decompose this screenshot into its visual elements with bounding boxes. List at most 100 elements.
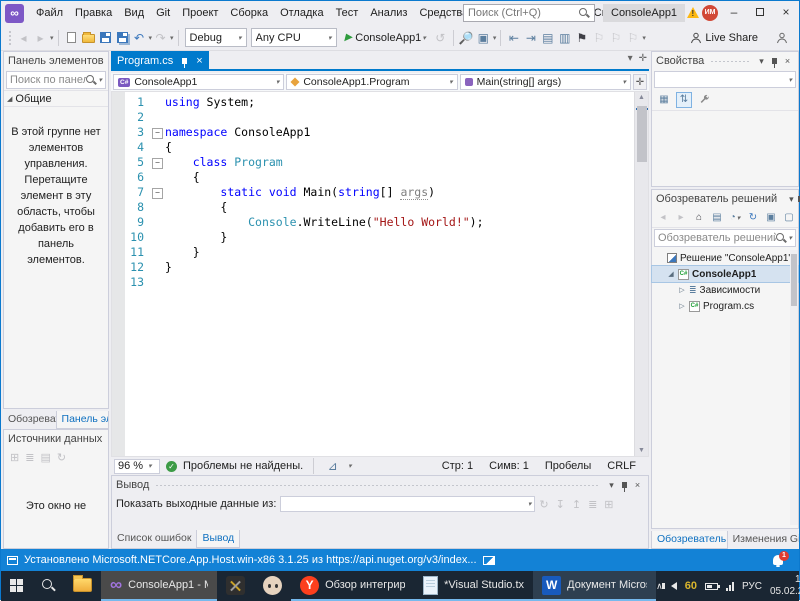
tab-server-explorer[interactable]: Обозревате... (3, 411, 56, 429)
comment-icon[interactable]: ▤ (540, 28, 555, 48)
status-detail-icon[interactable] (483, 556, 495, 565)
quick-search-input[interactable]: Поиск (Ctrl+Q) (463, 4, 595, 22)
menu-item-3[interactable]: Git (150, 1, 176, 25)
bookmark-icon[interactable]: ⚑ (574, 28, 589, 48)
navigate-forward-icon[interactable]: ▸ (33, 28, 48, 48)
expanded-expander-icon[interactable]: ◢ (667, 270, 675, 278)
menu-item-5[interactable]: Сборка (224, 1, 274, 25)
find-message-icon[interactable]: ↻ (539, 498, 548, 511)
refresh-icon[interactable]: ↻ (745, 210, 761, 226)
taskbar-explorer-button[interactable] (64, 571, 101, 601)
taskbar-vs-button[interactable]: ∞ConsoleApp1 - Mic... (101, 571, 217, 601)
navigate-back-icon[interactable]: ◂ (16, 28, 31, 48)
editor-options-icon[interactable]: ✛ (639, 53, 647, 64)
scrollbar-thumb[interactable] (637, 106, 647, 162)
save-icon[interactable] (98, 28, 113, 48)
forward-icon[interactable]: ▸ (673, 210, 689, 226)
output-close-icon[interactable]: × (631, 476, 644, 494)
alphabetical-icon[interactable]: ⇅ (676, 92, 692, 108)
editor-scrollbar[interactable]: ▲ ▼ (634, 92, 648, 456)
solution-explorer-scrollbar[interactable] (790, 250, 798, 525)
live-preview-icon[interactable]: ▣ (476, 28, 491, 48)
undo-icon[interactable]: ↶ (132, 28, 147, 48)
menu-item-8[interactable]: Анализ (364, 1, 413, 25)
taskbar-game-button[interactable] (217, 571, 254, 601)
solution-explorer-menu-icon[interactable]: ▾ (789, 190, 794, 208)
live-share-button[interactable]: Live Share (705, 32, 758, 44)
properties-object-dropdown[interactable]: ▾ (654, 71, 796, 88)
goto-next-icon[interactable]: ↧ (556, 498, 565, 511)
split-editor-icon[interactable]: ✛ (633, 74, 647, 90)
fold-marker-icon[interactable] (151, 155, 165, 170)
volume-icon[interactable] (671, 582, 677, 590)
redo-dropdown-icon[interactable]: ▾ (170, 34, 174, 42)
breakpoint-gutter[interactable] (112, 92, 125, 456)
home-icon[interactable]: ⌂ (691, 210, 707, 226)
class-dropdown[interactable]: ConsoleApp1.Program▾ (286, 74, 457, 90)
toolbox-group-header[interactable]: ◢ Общие (4, 90, 108, 107)
close-button[interactable]: × (773, 1, 799, 25)
window-list-icon[interactable]: ▾ (628, 53, 633, 64)
battery-icon[interactable] (705, 583, 718, 590)
nest-files-icon[interactable]: ▣ (763, 210, 779, 226)
decrease-indent-icon[interactable]: ⇤ (506, 28, 521, 48)
fold-marker-icon[interactable] (151, 125, 165, 140)
tree-item-1[interactable]: ◢C#ConsoleApp1 (652, 266, 798, 282)
menu-item-6[interactable]: Отладка (274, 1, 329, 25)
diff-icon[interactable]: ⊿ (325, 459, 340, 473)
output-pin-icon[interactable] (620, 481, 629, 493)
data-sources-title-bar[interactable]: Источники данных ▾ × (4, 430, 108, 448)
user-avatar[interactable]: ИМ (702, 5, 718, 21)
properties-close-icon[interactable]: × (781, 52, 794, 70)
property-pages-icon[interactable] (696, 92, 712, 108)
configure-icon[interactable]: ▤ (40, 451, 50, 464)
uncomment-icon[interactable]: ▥ (557, 28, 572, 48)
feedback-icon[interactable] (776, 32, 788, 44)
new-file-icon[interactable] (64, 28, 79, 48)
solution-name-badge[interactable]: ConsoleApp1 (603, 4, 685, 22)
switch-views-icon[interactable]: ▤ (709, 210, 725, 226)
toolbar-grip[interactable] (8, 30, 12, 46)
toolbox-search-input[interactable]: Поиск по панели элемен ▾ (6, 71, 106, 89)
tab-toolbox[interactable]: Панель эле... (56, 411, 109, 429)
clock[interactable]: 17:31 05.02.2023 (770, 574, 800, 599)
taskbar-yandex-button[interactable]: YОбзор интегриров... (291, 571, 414, 601)
taskbar-notepad-button[interactable]: *Visual Studio.txt – ... (414, 571, 533, 601)
preview-dropdown-icon[interactable]: ▾ (493, 34, 497, 42)
scroll-up-icon[interactable]: ▲ (635, 94, 648, 101)
prev-bookmark-icon[interactable]: ⚐ (591, 28, 606, 48)
collapsed-expander-icon[interactable]: ▷ (678, 286, 686, 294)
undo-dropdown-icon[interactable]: ▾ (149, 34, 153, 42)
tab-solution-explorer[interactable]: Обозреватель реше... (651, 531, 728, 549)
taskbar-search-button[interactable] (32, 571, 64, 601)
menu-item-4[interactable]: Проект (176, 1, 224, 25)
member-dropdown[interactable]: Main(string[] args)▾ (460, 74, 631, 90)
solution-explorer-title-bar[interactable]: Обозреватель решений ▾ × (652, 190, 798, 208)
find-in-files-icon[interactable]: 🔎 (459, 28, 474, 48)
output-title-bar[interactable]: Вывод ▾ × (112, 476, 648, 494)
health-check-icon[interactable]: ✓ (166, 461, 177, 472)
clear-bookmarks-icon[interactable]: ⚐ (625, 28, 640, 48)
minimize-button[interactable]: – (721, 1, 747, 25)
menu-item-2[interactable]: Вид (118, 1, 150, 25)
edit-source-icon[interactable]: ≣ (25, 451, 34, 464)
zoom-dropdown[interactable]: 96 %▾ (114, 459, 160, 474)
language-indicator[interactable]: РУС (742, 581, 762, 592)
redo-icon[interactable]: ↷ (153, 28, 168, 48)
menu-item-7[interactable]: Тест (330, 1, 365, 25)
tree-item-0[interactable]: Решение "ConsoleApp1" (проекты: 1 из 1) (652, 250, 798, 266)
tab-close-icon[interactable]: × (196, 55, 202, 67)
properties-pin-icon[interactable] (770, 57, 779, 69)
categorized-icon[interactable]: ▦ (656, 92, 672, 108)
tab-program-cs[interactable]: Program.cs × (111, 51, 209, 71)
collapsed-expander-icon[interactable]: ▷ (678, 302, 686, 310)
menu-item-0[interactable]: Файл (30, 1, 69, 25)
tab-git-changes[interactable]: Изменения Git — п... (728, 531, 799, 549)
properties-title-bar[interactable]: Свойства ▾ × (652, 52, 798, 70)
tree-item-3[interactable]: ▷C#Program.cs (652, 298, 798, 314)
code-editor[interactable]: 1using System;23namespace ConsoleApp14{5… (111, 91, 649, 457)
tab-pin-icon[interactable] (180, 57, 189, 69)
taskbar-start-button[interactable] (1, 571, 32, 601)
next-bookmark-icon[interactable]: ⚐ (608, 28, 623, 48)
refresh-icon[interactable]: ↻ (57, 451, 66, 464)
